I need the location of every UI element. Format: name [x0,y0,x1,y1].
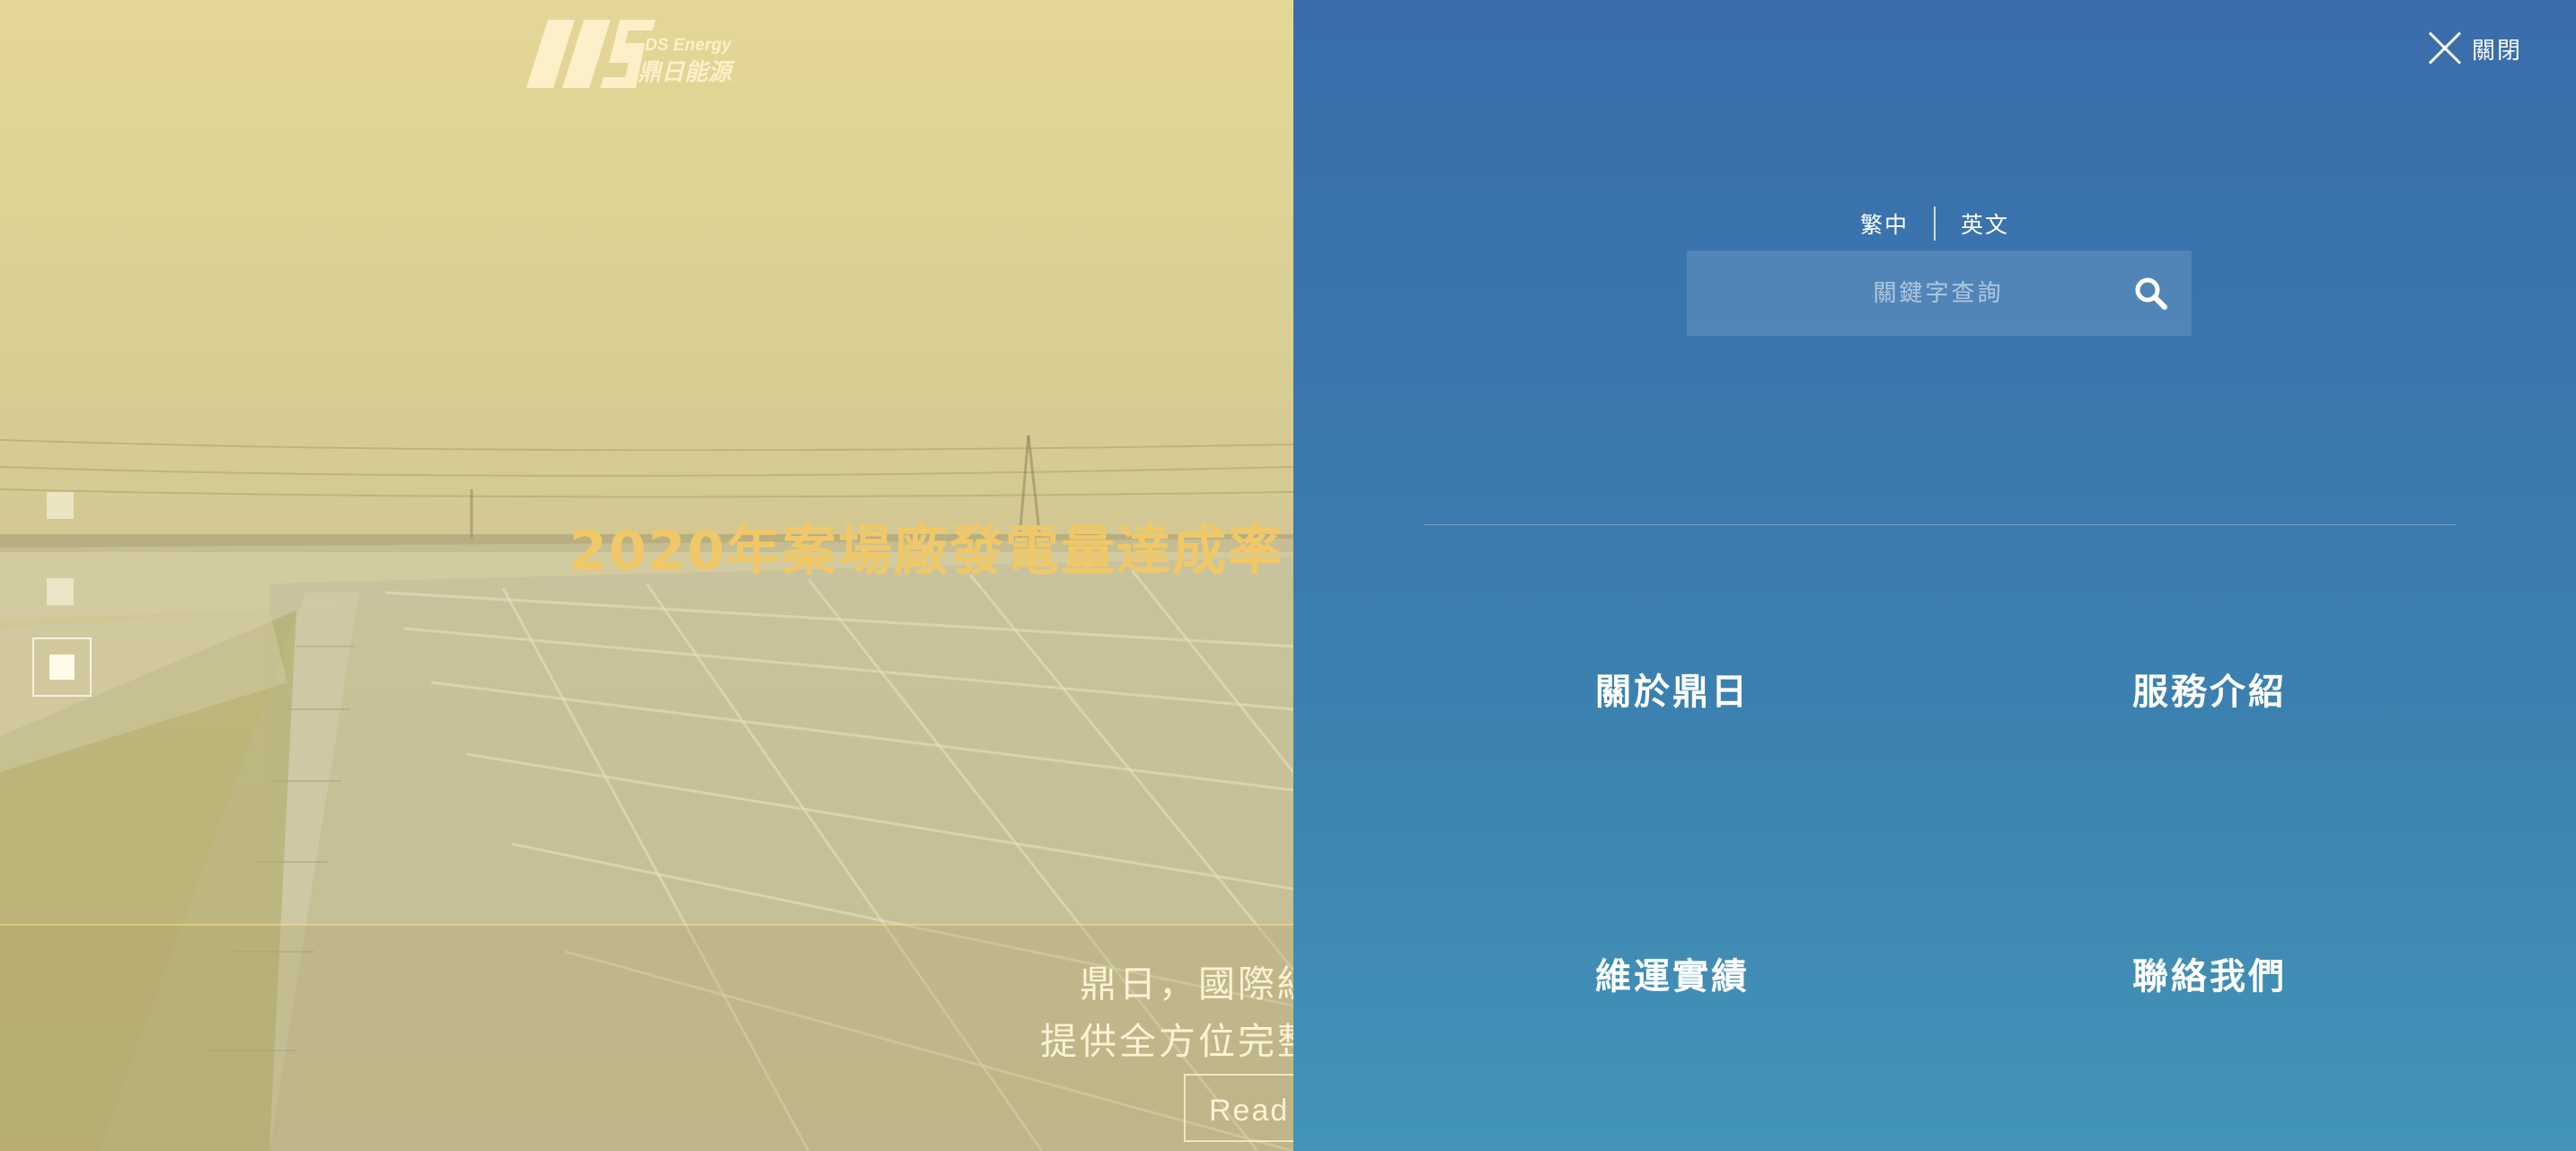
slide-dot-2[interactable] [47,578,74,605]
menu-divider [1424,524,2457,525]
close-menu-button[interactable]: 關閉 [2427,31,2522,66]
logo-text-zh: 鼎日能源 [638,59,732,86]
hero-description-line-2: 提供全方位完整的 [1040,1020,1293,1063]
menu-panel: 關閉 繁中 英文 關於鼎日 服務介紹 維運實績 聯絡我們 [1293,0,2576,1151]
logo-text-en: DS Energy [645,36,732,55]
nav-item-projects[interactable]: 維運實績 [1595,947,1750,999]
close-icon [2427,31,2463,66]
language-option-zh-tw[interactable]: 繁中 [1835,207,1934,240]
search-icon[interactable] [2111,250,2192,336]
nav-item-contact[interactable]: 聯絡我們 [2132,947,2287,999]
search-input[interactable] [1687,250,2111,337]
nav-item-services[interactable]: 服務介紹 [2132,663,2287,715]
nav-item-about[interactable]: 關於鼎日 [1595,663,1750,715]
hero-title: 2020年案場廠發電量達成率 [569,520,1284,583]
language-switcher: 繁中 英文 [1293,206,2576,241]
close-label: 關閉 [2471,37,2522,65]
hero-section: DS Energy 鼎日能源 2020年案場廠發電量達成率 鼎日，國際級專 提供… [0,0,1293,1151]
search-box [1687,250,2192,337]
read-more-button[interactable]: Read [1184,1074,1293,1142]
language-option-en[interactable]: 英文 [1936,207,2034,240]
slide-dot-3-active[interactable] [32,637,92,697]
slide-dot-1[interactable] [47,492,74,519]
hero-description-line-1: 鼎日，國際級專 [1080,962,1293,1006]
